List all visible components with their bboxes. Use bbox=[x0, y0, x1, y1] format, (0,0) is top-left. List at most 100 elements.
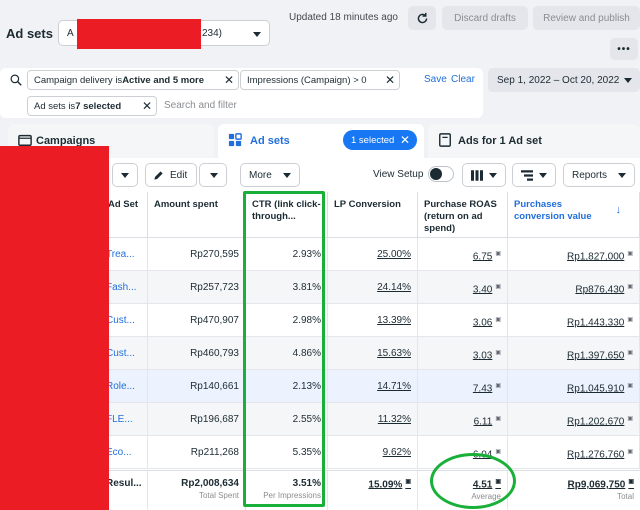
cell-lp-conversion: 24.14% bbox=[328, 271, 418, 304]
filter-chip-text: Impressions (Campaign) > 0 bbox=[247, 74, 367, 86]
folder-icon bbox=[18, 134, 32, 146]
chevron-down-icon bbox=[618, 173, 626, 178]
account-selector[interactable]: A 234) bbox=[58, 19, 270, 49]
info-icon: ▣ bbox=[495, 317, 501, 323]
search-filter-input[interactable]: Search and filter bbox=[164, 100, 237, 111]
tab-ad-sets[interactable]: Ad sets 1 selected ✕ bbox=[218, 124, 424, 158]
column-header-lp-conversion[interactable]: LP Conversion bbox=[328, 192, 418, 238]
cell-conversion-value-value: Rp1,443,330 bbox=[567, 317, 625, 329]
view-setup-toggle[interactable] bbox=[428, 166, 454, 182]
cell-lp-conversion-value: 13.39% bbox=[377, 315, 411, 326]
redaction-box bbox=[77, 19, 201, 49]
cell-lp-conversion: 9.62% bbox=[328, 436, 418, 469]
reports-button[interactable]: Reports bbox=[563, 163, 635, 187]
cell-amount-spent-value: Rp211,268 bbox=[190, 447, 239, 458]
refresh-button[interactable] bbox=[408, 6, 436, 30]
clear-filter-link[interactable]: Clear bbox=[451, 74, 475, 85]
filter-chip-value: Active and 5 more bbox=[122, 74, 205, 86]
cell-ad-set-name-value: Trea... bbox=[106, 249, 135, 260]
cell-purchase-roas: 6.75 ▣ bbox=[418, 238, 508, 271]
cell-amount-spent-value: Rp196,687 bbox=[190, 414, 239, 425]
cell-lp-conversion-value: 25.00% bbox=[377, 249, 411, 260]
column-header-amount-spent[interactable]: Amount spent bbox=[148, 192, 246, 238]
column-header-conversion-value[interactable]: Purchases conversion value ↓ bbox=[508, 192, 640, 238]
save-filter-link[interactable]: Save bbox=[424, 74, 447, 85]
info-icon: ▣ bbox=[627, 284, 633, 290]
info-icon: ▣ bbox=[627, 251, 633, 257]
cell-ad-set-name-value: Fash... bbox=[106, 282, 137, 293]
cell-conversion-value-value: Rp1,045,910 bbox=[567, 383, 625, 395]
cell-conversion-value-value: Rp1,827,000 bbox=[567, 251, 625, 263]
cell-amount-spent-value: Rp140,661 bbox=[190, 381, 239, 392]
cell-purchase-roas-value: 3.40 bbox=[472, 284, 493, 296]
totals-amount-spent: Rp2,008,634 Total Spent bbox=[148, 471, 246, 510]
refresh-icon bbox=[417, 12, 427, 23]
close-icon[interactable]: ✕ bbox=[400, 133, 410, 147]
discard-drafts-button[interactable]: Discard drafts bbox=[442, 6, 528, 30]
tab-ads[interactable]: Ads for 1 Ad set bbox=[428, 124, 640, 158]
breakdown-button[interactable] bbox=[512, 163, 556, 187]
last-updated-text: Updated 18 minutes ago bbox=[289, 12, 398, 23]
chevron-down-icon bbox=[210, 173, 218, 178]
close-icon[interactable]: ✕ bbox=[385, 74, 395, 86]
cell-conversion-value: Rp1,276,760 ▣ bbox=[508, 436, 640, 469]
create-dropdown-button[interactable] bbox=[112, 163, 138, 187]
edit-button[interactable]: Edit bbox=[145, 163, 197, 187]
cell-conversion-value-value: Rp1,276,760 bbox=[567, 449, 625, 461]
more-label: More bbox=[249, 169, 272, 181]
cell-lp-conversion: 13.39% bbox=[328, 304, 418, 337]
filter-chip-ad-sets[interactable]: Ad sets is 7 selected ✕ bbox=[27, 96, 157, 116]
filter-chip-impressions[interactable]: Impressions (Campaign) > 0 ✕ bbox=[240, 70, 400, 90]
cell-lp-conversion: 11.32% bbox=[328, 403, 418, 436]
info-icon: ▣ bbox=[495, 383, 501, 389]
cell-ad-set-name-value: Cust... bbox=[106, 348, 135, 359]
filter-chip-campaign-delivery[interactable]: Campaign delivery is Active and 5 more ✕ bbox=[27, 70, 239, 90]
cell-conversion-value-value: Rp876,430 bbox=[575, 284, 625, 296]
close-icon[interactable]: ✕ bbox=[142, 100, 152, 112]
search-icon bbox=[10, 74, 22, 86]
more-button[interactable]: More bbox=[240, 163, 300, 187]
info-icon: ▣ bbox=[627, 317, 633, 323]
cell-conversion-value: Rp876,430 ▣ bbox=[508, 271, 640, 304]
filter-chip-text: Ad sets is bbox=[34, 100, 76, 112]
cell-conversion-value: Rp1,045,910 ▣ bbox=[508, 370, 640, 403]
cell-purchase-roas: 3.06 ▣ bbox=[418, 304, 508, 337]
cell-purchase-roas: 3.40 ▣ bbox=[418, 271, 508, 304]
columns-button[interactable] bbox=[462, 163, 506, 187]
cell-ad-set-name-value: Cust... bbox=[106, 315, 135, 326]
date-range-picker[interactable]: Sep 1, 2022 – Oct 20, 2022 bbox=[488, 68, 640, 92]
breakdown-icon bbox=[521, 169, 533, 181]
cell-lp-conversion-value: 24.14% bbox=[377, 282, 411, 293]
review-publish-button[interactable]: Review and publish bbox=[533, 6, 640, 30]
top-bar: Ad sets A 234) Updated 18 minutes ago Di… bbox=[0, 0, 640, 64]
edit-dropdown-button[interactable] bbox=[199, 163, 227, 187]
cell-purchase-roas-value: 3.06 bbox=[472, 317, 493, 329]
cell-amount-spent: Rp460,793 bbox=[148, 337, 246, 370]
cell-conversion-value: Rp1,827,000 ▣ bbox=[508, 238, 640, 271]
cell-conversion-value-value: Rp1,397,650 bbox=[567, 350, 625, 362]
date-range-text: Sep 1, 2022 – Oct 20, 2022 bbox=[497, 74, 620, 86]
redaction-box bbox=[0, 146, 109, 510]
close-icon[interactable]: ✕ bbox=[224, 74, 234, 86]
sort-arrow-icon: ↓ bbox=[615, 204, 622, 216]
cell-ad-set-name-value: Role... bbox=[106, 381, 135, 392]
cell-ad-set-name-value: Eco... bbox=[106, 447, 132, 458]
more-options-button[interactable]: ••• bbox=[610, 38, 638, 60]
cell-amount-spent: Rp196,687 bbox=[148, 403, 246, 436]
column-header-text: Purchases conversion value bbox=[514, 199, 592, 222]
edit-label: Edit bbox=[170, 169, 188, 181]
filter-chip-value: 7 selected bbox=[75, 100, 122, 112]
cell-purchase-roas-value: 6.11 bbox=[473, 416, 493, 428]
cell-lp-conversion-value: 9.62% bbox=[382, 447, 411, 458]
highlight-rectangle bbox=[243, 191, 325, 507]
cell-conversion-value-value: Rp1,202,670 bbox=[567, 416, 625, 428]
cell-purchase-roas-value: 6.75 bbox=[472, 251, 493, 263]
column-header-purchase-roas[interactable]: Purchase ROAS (return on ad spend) bbox=[418, 192, 508, 238]
grid-icon bbox=[228, 133, 242, 147]
cell-lp-conversion: 25.00% bbox=[328, 238, 418, 271]
totals-conversion-value: Rp9,069,750 ▣ Total bbox=[567, 479, 635, 502]
filter-chip-text: Campaign delivery is bbox=[34, 74, 123, 86]
cell-purchase-roas: 7.43 ▣ bbox=[418, 370, 508, 403]
info-icon: ▣ bbox=[495, 251, 501, 257]
selection-badge[interactable]: 1 selected ✕ bbox=[343, 130, 417, 150]
